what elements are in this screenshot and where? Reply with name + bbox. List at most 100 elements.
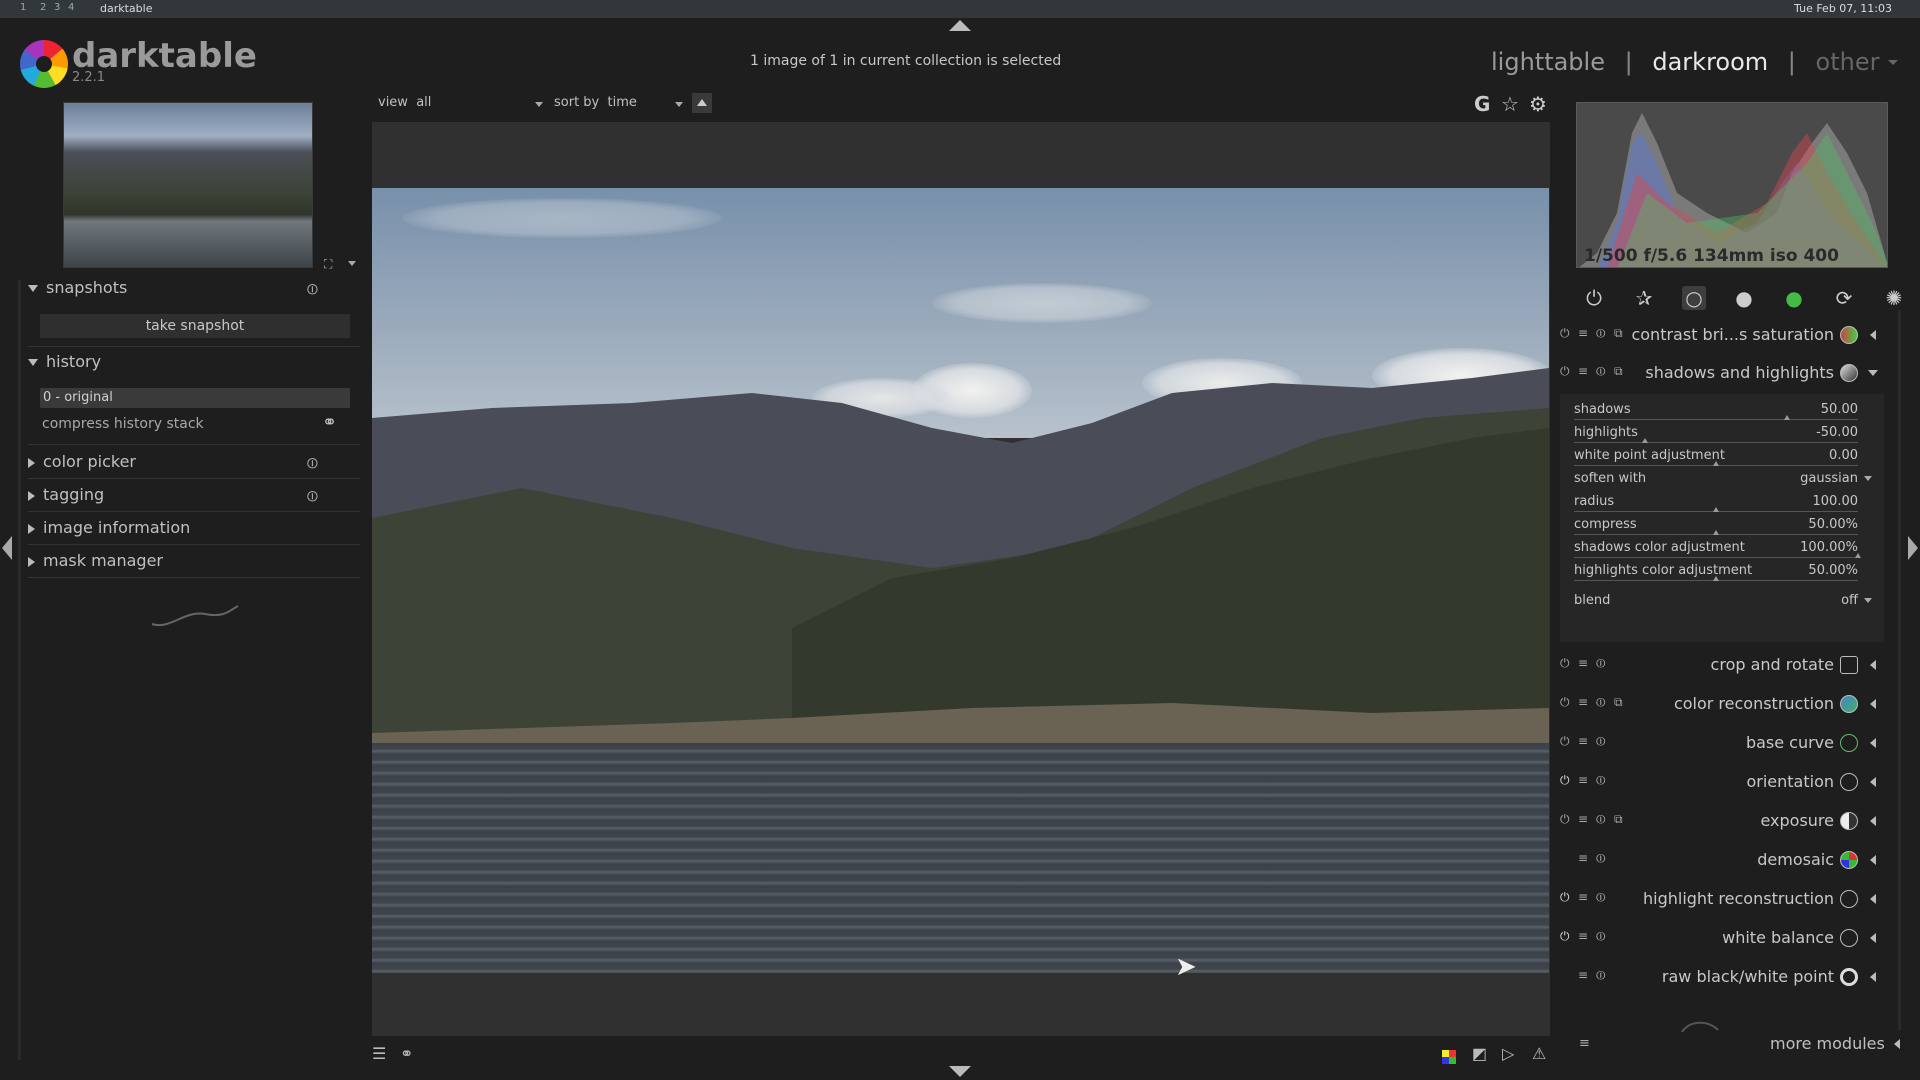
power-icon[interactable]: ⏻ (1582, 286, 1606, 310)
collapsed-arrow-icon[interactable] (1870, 933, 1876, 943)
collapsed-arrow-icon[interactable] (1870, 855, 1876, 865)
gear-icon[interactable]: ⚙ (1529, 92, 1547, 116)
module-power-icon[interactable]: ⏻ (1560, 734, 1570, 749)
dropdown-icon[interactable] (1864, 598, 1872, 603)
gamut-check-icon[interactable]: ◩ (1472, 1044, 1487, 1063)
workspace-3[interactable]: 3 (54, 2, 60, 13)
basic-group-icon[interactable]: ○ (1682, 286, 1706, 310)
module-exposure[interactable]: ⏻ ≡ ⏼ ⧉ exposure (1556, 806, 1890, 836)
slider-marker[interactable] (1713, 530, 1719, 535)
module-menu-icon[interactable]: ≡ (1578, 773, 1588, 787)
slider-radius[interactable]: radius 100.00 (1574, 494, 1858, 516)
snapshots-header[interactable]: snapshots ⏼ (28, 278, 360, 308)
taskbar-app-name[interactable]: darktable (100, 2, 152, 15)
module-highlight-reconstruction[interactable]: ⏻ ≡ ⏼ highlight reconstruction (1556, 884, 1890, 914)
module-reset-icon[interactable]: ⏼ (1596, 812, 1606, 827)
more-modules-menu-icon[interactable]: ≡ (1579, 1036, 1590, 1051)
sort-dropdown-icon[interactable] (675, 102, 683, 107)
collapsed-arrow-icon[interactable] (1870, 738, 1876, 748)
collapsed-arrow-icon[interactable] (1870, 972, 1876, 982)
clipping-warning-icon[interactable]: ⚠ (1532, 1044, 1546, 1063)
slider-track[interactable] (1574, 419, 1858, 420)
module-reset-icon[interactable]: ⏼ (1596, 364, 1606, 379)
zoom-dropdown-icon[interactable] (348, 261, 356, 266)
slider-track[interactable] (1574, 557, 1858, 558)
slider-shadows[interactable]: shadows 50.00 (1574, 402, 1858, 424)
view-lighttable[interactable]: lighttable (1491, 48, 1605, 76)
slider-shadows-color-adjustment[interactable]: shadows color adjustment 100.00% (1574, 540, 1861, 562)
combobox-value[interactable]: gaussian (1800, 471, 1858, 486)
combobox-soften-with[interactable]: soften with gaussian (1574, 471, 1872, 493)
sort-filter[interactable]: sort by time (554, 95, 637, 110)
history-item[interactable]: 0 - original (40, 388, 350, 408)
module-menu-icon[interactable]: ≡ (1578, 695, 1588, 709)
create-style-icon[interactable]: ⚭ (322, 412, 346, 434)
module-menu-icon[interactable]: ≡ (1578, 812, 1588, 826)
module-power-icon[interactable]: ⏻ (1560, 326, 1570, 341)
right-panel-scrollbar[interactable] (1898, 310, 1901, 1030)
presets-icon[interactable]: ⏼ (307, 282, 318, 298)
slider-highlights-color-adjustment[interactable]: highlights color adjustment 50.00% (1574, 563, 1858, 585)
color-group-icon[interactable]: ● (1782, 286, 1806, 310)
collapsed-arrow-icon[interactable] (1870, 777, 1876, 787)
histogram[interactable] (1576, 102, 1888, 268)
module-power-icon[interactable]: ⏻ (1560, 929, 1570, 944)
right-panel-collapse-icon[interactable] (1908, 536, 1918, 560)
presets-icon[interactable]: ⏼ (307, 489, 318, 505)
slider-track[interactable] (1574, 442, 1858, 443)
compress-history-button[interactable]: compress history stack (42, 416, 204, 432)
slider-marker[interactable] (1784, 415, 1790, 420)
take-snapshot-button[interactable]: take snapshot (40, 314, 350, 338)
module-reset-icon[interactable]: ⏼ (1596, 326, 1606, 341)
dropdown-icon[interactable] (1864, 476, 1872, 481)
module-reset-icon[interactable]: ⏼ (1596, 773, 1606, 788)
workspace-2[interactable]: 2 (40, 2, 46, 13)
module-orientation[interactable]: ⏻ ≡ ⏼ orientation (1556, 767, 1890, 797)
module-multi-instance-icon[interactable]: ⧉ (1614, 695, 1623, 710)
view-filter-dropdown-icon[interactable] (535, 102, 543, 107)
navigation-thumbnail[interactable] (63, 102, 313, 268)
module-menu-icon[interactable]: ≡ (1578, 364, 1588, 378)
slider-marker[interactable] (1855, 553, 1861, 558)
module-power-icon[interactable]: ⏻ (1560, 812, 1570, 827)
module-multi-instance-icon[interactable]: ⧉ (1614, 812, 1623, 827)
zoom-fit-icon[interactable]: ⛶ (324, 257, 332, 272)
left-panel-collapse-icon[interactable] (2, 536, 12, 560)
module-menu-icon[interactable]: ≡ (1578, 326, 1588, 340)
view-filter-value[interactable]: all (416, 95, 431, 110)
top-panel-collapse-icon[interactable] (949, 20, 971, 31)
module-power-icon[interactable]: ⏻ (1560, 890, 1570, 905)
combobox-value[interactable]: off (1841, 593, 1858, 608)
slider-white-point-adjustment[interactable]: white point adjustment 0.00 (1574, 448, 1858, 470)
left-panel-scrollbar[interactable] (18, 280, 21, 1060)
softproof-icon[interactable] (1442, 1050, 1456, 1064)
star-icon[interactable]: ☆ (1501, 92, 1519, 116)
workspace-4[interactable]: 4 (68, 2, 74, 13)
collapsed-arrow-icon[interactable] (1870, 894, 1876, 904)
collapsed-arrow-icon[interactable] (1870, 699, 1876, 709)
slider-marker[interactable] (1713, 576, 1719, 581)
module-demosaic[interactable]: ≡ ⏼ demosaic (1556, 845, 1890, 875)
module-menu-icon[interactable]: ≡ (1578, 890, 1588, 904)
sort-order-toggle-icon[interactable] (692, 93, 712, 113)
module-contrast-brightness-saturation[interactable]: ⏻ ≡ ⏼ ⧉ contrast bri...s saturation (1556, 320, 1890, 350)
favorites-icon[interactable]: ✰ (1632, 286, 1656, 310)
module-power-icon[interactable]: ⏻ (1560, 773, 1570, 788)
module-multi-instance-icon[interactable]: ⧉ (1614, 364, 1623, 379)
slider-compress[interactable]: compress 50.00% (1574, 517, 1858, 539)
more-modules-arrow-icon[interactable] (1894, 1039, 1900, 1049)
view-filter[interactable]: view all (378, 95, 431, 110)
module-reset-icon[interactable]: ⏼ (1596, 968, 1606, 983)
module-raw-black-white-point[interactable]: ≡ ⏼ raw black/white point (1556, 962, 1890, 992)
slider-marker[interactable] (1713, 507, 1719, 512)
module-multi-instance-icon[interactable]: ⧉ (1614, 326, 1623, 341)
module-menu-icon[interactable]: ≡ (1578, 656, 1588, 670)
tone-group-icon[interactable]: ● (1732, 286, 1756, 310)
module-power-icon[interactable]: ⏻ (1560, 364, 1570, 379)
module-reset-icon[interactable]: ⏼ (1596, 929, 1606, 944)
module-crop-and-rotate[interactable]: ⏻ ≡ ⏼ crop and rotate (1556, 650, 1890, 680)
slider-marker[interactable] (1642, 438, 1648, 443)
presets-icon[interactable]: ⏼ (307, 456, 318, 472)
sort-value[interactable]: time (608, 95, 637, 110)
module-reset-icon[interactable]: ⏼ (1596, 656, 1606, 671)
